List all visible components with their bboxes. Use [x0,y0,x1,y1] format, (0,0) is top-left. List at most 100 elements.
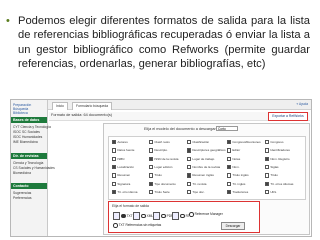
checkbox-icon [265,181,270,186]
field-label: Identificadores [270,148,290,153]
format-xml[interactable]: XML [133,212,153,220]
field-label: Núm. Registro [270,156,290,161]
radio-icon [121,213,126,219]
radio-icon [180,213,185,219]
field-checkbox[interactable]: Descriptores geográficos [187,148,226,153]
checkbox-icon [227,164,232,170]
checkbox-icon [227,189,232,195]
field-label: Tít. otro idioma [117,189,138,194]
checkbox-icon [112,164,117,170]
sidebar-item-rev-cyt[interactable]: Ciencia y Tecnología [13,161,43,165]
sidebar-section-contacto: Contacto [11,183,47,189]
format-pdf[interactable]: PDF [153,212,173,220]
checkbox-icon [112,156,117,161]
help-link[interactable]: « Ayuda [297,102,308,106]
slide-note: • Podemos elegir diferentes formatos de … [6,14,310,88]
field-checkbox[interactable]: Signatura [112,181,131,186]
checkbox-icon [227,148,232,153]
field-checkbox[interactable]: Lugar edición [149,164,173,170]
field-checkbox[interactable]: Título [149,173,162,178]
field-checkbox[interactable]: Clasificación [187,140,209,145]
field-checkbox[interactable]: Tít. otro idioma [112,189,138,195]
sidebar-item-isoc-hum[interactable]: ISOC Humanidades [13,135,42,139]
sidebar-item-preferencias[interactable]: Preferencias [13,196,32,200]
field-checkbox[interactable]: Tít. inglés [227,181,246,186]
field-checkbox[interactable]: Descripto. [149,148,168,153]
download-button[interactable]: Descargar [221,222,245,230]
results-header: Formato de salida: 64 documento(s) Expor… [49,112,310,121]
field-label: Tít. revista [192,181,207,186]
field-checkbox[interactable]: Localización [112,164,134,170]
field-checkbox[interactable]: Tít. otros idiomas [265,181,293,186]
field-checkbox[interactable]: Tipo documento [149,181,176,186]
tab-inicio[interactable]: Inicio [52,102,68,110]
field-checkbox[interactable]: Título inglés [227,173,249,178]
field-checkbox[interactable]: Núm. Registro [265,156,290,161]
sidebar-item-sugerencias[interactable]: Sugerencias [13,191,31,195]
field-checkbox[interactable]: Tipo doc. [187,189,205,195]
format-txt[interactable]: TXT [113,212,133,220]
model-select[interactable]: Corto [216,126,238,131]
format-txt-plain[interactable]: TXT Referencias sin etiquetas [113,223,161,228]
sidebar-item-rev-bio[interactable]: Biomedicina [13,171,31,175]
field-checkbox[interactable]: ISBN [112,156,125,161]
field-label: Núm. [232,164,240,169]
field-checkbox[interactable]: Congreso [265,140,283,145]
field-checkbox[interactable]: URL [265,189,277,195]
field-label: URL [270,189,277,194]
field-label: Signatura [117,181,131,186]
sidebar-item-rev-cs[interactable]: CS Sociales y Humanidades [13,166,55,170]
checkbox-icon [112,173,117,178]
field-checkbox[interactable]: Resumen [112,173,131,178]
sidebar-item-ime[interactable]: IME Biomedicina [13,140,38,144]
field-label: Título Serie [154,189,170,194]
field-checkbox[interactable]: Identificadores [265,148,290,153]
field-checklist: Autores Clasif. tesis Clasificación Congres… [108,136,306,200]
field-label: Resumen [117,173,131,178]
format-label: Elija el formato de salida [112,204,149,208]
sidebar-item-isoc-sc[interactable]: ISOC SC Sociales [13,130,40,134]
checkbox-icon [149,189,154,195]
format-refman[interactable]: Reference Manager [189,212,223,217]
field-label: Traductores [232,189,249,194]
checkbox-icon [227,173,232,178]
left-sidebar: Preparación Búsqueda Biblioteca Bases de… [11,100,55,236]
field-label: Siglas [270,164,279,169]
checkbox-icon [149,148,154,153]
field-label: Lugar edición [154,164,173,169]
field-checkbox[interactable]: Notas [227,156,240,161]
field-label: Clasif. tesis [154,140,170,144]
field-checkbox[interactable]: Datos fuente [112,148,134,153]
page-title: Formato de salida: 64 documento(s) [51,113,112,117]
field-checkbox[interactable]: Título Serie [149,189,170,195]
field-label: Descriptores geográficos [192,148,226,153]
field-checkbox[interactable]: Traductores [227,189,249,195]
field-label: Título [154,173,162,178]
field-checkbox[interactable]: Editor [227,148,240,153]
sidebar-link-biblioteca[interactable]: Biblioteca [13,111,28,115]
field-label: ISBN [117,156,125,161]
checkbox-icon [265,173,270,178]
field-label: Tít. inglés [232,181,246,186]
field-checkbox[interactable]: Lugar de trabajo [187,156,214,161]
field-checkbox[interactable]: Tít. revista [187,181,207,186]
field-checkbox[interactable]: Autores [112,140,128,145]
tab-formulario[interactable]: Formulario búsqueda [72,102,113,110]
model-label: Elija el modelo del documento a descarga… [144,127,217,131]
field-checkbox[interactable]: Siglas [265,164,279,170]
field-checkbox[interactable]: Clasif. tesis [149,140,170,145]
field-checkbox[interactable]: Congreso/Reuniones [227,140,261,145]
checkbox-icon [112,140,117,145]
checkbox-icon [187,148,192,153]
radio-icon [113,223,118,228]
field-label: Título inglés [232,173,249,178]
sidebar-item-cyt[interactable]: CYT Ciencia y Tecnología [13,125,51,129]
field-checkbox[interactable]: Título [265,173,278,178]
field-checkbox[interactable]: Nombre de la revista [187,164,220,170]
field-checkbox[interactable]: ISSN de la revista [149,156,178,161]
field-checkbox[interactable]: Resumen inglés [187,173,214,178]
export-panel: Elija el modelo del documento a descarga… [103,123,310,235]
export-refworks-button[interactable]: Exportar a RefWorks [268,112,308,121]
field-checkbox[interactable]: Núm. [227,164,240,170]
checkbox-icon [187,189,192,195]
